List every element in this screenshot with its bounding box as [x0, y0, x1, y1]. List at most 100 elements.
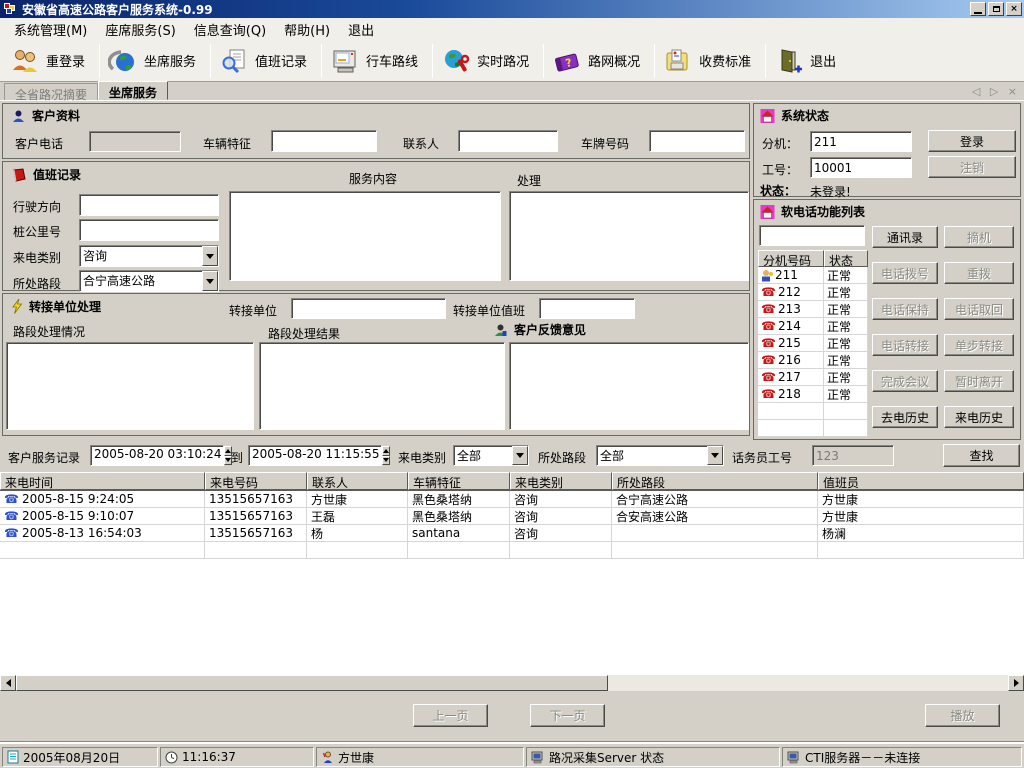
col-call-number[interactable]: 来电号码 — [205, 472, 307, 490]
direction-input[interactable] — [79, 194, 219, 216]
toolbar-network-overview[interactable]: ? 路网概况 — [546, 43, 652, 79]
phone-icon: ☎ — [761, 302, 776, 316]
ext-row[interactable]: ☎216 正常 — [758, 352, 868, 369]
phone-icon: ☎ — [761, 285, 776, 299]
status-cti-server-panel: CTI服务器－－未连接 — [782, 747, 1022, 767]
relogin-icon — [10, 47, 40, 75]
scroll-left-icon[interactable] — [0, 675, 16, 691]
toolbar-route[interactable]: 行车路线 — [324, 43, 430, 79]
road-result-textarea[interactable] — [259, 342, 505, 430]
chevron-down-icon[interactable] — [707, 446, 723, 465]
menu-system[interactable]: 系统管理(M) — [6, 18, 95, 41]
col-vehicle[interactable]: 车辆特征 — [408, 472, 510, 490]
menu-agent-service[interactable]: 座席服务(S) — [97, 18, 183, 41]
road-handle-label: 路段处理情况 — [13, 323, 85, 340]
query-call-type-label: 来电类别 — [398, 449, 446, 466]
road-handle-textarea[interactable] — [6, 342, 254, 430]
minimize-button[interactable] — [970, 2, 986, 16]
table-hscrollbar[interactable] — [0, 675, 1024, 691]
road-combo[interactable]: 合宁高速公路 — [79, 270, 219, 292]
toolbar-separator — [321, 44, 322, 78]
ext-col-status[interactable]: 状态 — [824, 250, 868, 267]
menu-info-query[interactable]: 信息查询(Q) — [186, 18, 274, 41]
table-row[interactable]: ☎2005-8-13 16:54:03 13515657163 杨 santan… — [0, 525, 1024, 542]
close-button[interactable]: × — [1006, 2, 1022, 16]
query-call-type-combo[interactable]: 全部 — [453, 445, 529, 466]
prev-page-button: 上一页 — [413, 704, 488, 727]
extension-input[interactable] — [810, 131, 912, 152]
toolbar-realtime-traffic[interactable]: 实时路况 — [435, 43, 541, 79]
handle-textarea[interactable] — [509, 191, 749, 281]
col-road[interactable]: 所处路段 — [612, 472, 818, 490]
query-road-combo[interactable]: 全部 — [596, 445, 724, 466]
finish-conference-button: 完成会议 — [872, 370, 938, 392]
outgoing-history-button[interactable]: 去电历史 — [872, 406, 938, 428]
col-contact[interactable]: 联系人 — [307, 472, 408, 490]
incoming-history-button[interactable]: 来电历史 — [944, 406, 1014, 428]
date-to-picker[interactable]: 2005-08-20 11:15:55 — [248, 445, 382, 466]
transfer-unit-input[interactable] — [291, 298, 446, 319]
stake-input[interactable] — [79, 219, 219, 241]
toolbar-separator — [99, 44, 100, 78]
toolbar-duty-record[interactable]: 值班记录 — [213, 43, 319, 79]
status-road-server-panel: 路况采集Server 状态 — [526, 747, 780, 767]
chevron-down-icon[interactable] — [512, 446, 528, 465]
operator-id-input — [812, 445, 894, 466]
address-book-button[interactable]: 通讯录 — [872, 226, 938, 248]
menu-bar: 系统管理(M) 座席服务(S) 信息查询(Q) 帮助(H) 退出 — [0, 18, 1024, 40]
vehicle-input[interactable] — [271, 130, 377, 152]
login-button[interactable]: 登录 — [928, 130, 1016, 152]
transfer-group: 转接单位处理 转接单位 转接单位值班 路段处理情况 路段处理结果 客户反馈意见 — [2, 293, 750, 436]
phone-icon: ☎ — [761, 353, 776, 367]
scrollbar-thumb[interactable] — [16, 675, 608, 691]
service-content-textarea[interactable] — [229, 191, 501, 281]
tab-province-road-summary[interactable]: 全省路况摘要 — [4, 83, 98, 100]
vehicle-label: 车辆特征 — [203, 135, 251, 152]
col-call-type[interactable]: 来电类别 — [510, 472, 612, 490]
person-icon — [321, 751, 334, 764]
col-duty-officer[interactable]: 值班员 — [818, 472, 1024, 490]
restore-button[interactable] — [988, 2, 1004, 16]
customer-phone-label: 客户电话 — [15, 135, 63, 152]
worker-id-input[interactable] — [810, 157, 912, 178]
ext-row[interactable]: ☎215 正常 — [758, 335, 868, 352]
scroll-right-icon[interactable] — [1008, 675, 1024, 691]
chevron-down-icon[interactable] — [202, 271, 218, 291]
ext-row[interactable]: ☎217 正常 — [758, 369, 868, 386]
ext-row[interactable]: ☎212 正常 — [758, 284, 868, 301]
menu-exit[interactable]: 退出 — [340, 18, 382, 41]
single-step-transfer-button: 单步转接 — [944, 334, 1014, 356]
col-call-time[interactable]: 来电时间 — [0, 472, 205, 490]
customer-icon — [11, 109, 26, 123]
ext-row[interactable]: ☎214 正常 — [758, 318, 868, 335]
tab-nav-arrows[interactable]: ◁ ▷ × — [972, 85, 1020, 98]
toolbar-relogin[interactable]: 重登录 — [4, 43, 97, 79]
transfer-unit-duty-input[interactable] — [539, 298, 635, 319]
call-type-combo[interactable]: 咨询 — [79, 245, 219, 267]
search-button[interactable]: 查找 — [943, 444, 1020, 467]
application-window: 安徽省高速公路客户服务系统-0.99 × 系统管理(M) 座席服务(S) 信息查… — [0, 0, 1024, 768]
ext-row[interactable]: ☎213 正常 — [758, 301, 868, 318]
date-to-spinner[interactable] — [382, 446, 390, 465]
contact-input[interactable] — [458, 130, 558, 152]
ext-row[interactable]: 211 正常 — [758, 267, 868, 284]
toolbar-toll-standard[interactable]: 收费标准 — [657, 43, 763, 79]
table-row[interactable]: ☎2005-8-15 9:10:07 13515657163 王磊 黑色桑塔纳 … — [0, 508, 1024, 525]
plate-input[interactable] — [649, 130, 745, 152]
toolbar-exit[interactable]: 退出 — [768, 43, 848, 79]
query-road-value: 全部 — [597, 446, 707, 465]
tab-agent-service[interactable]: 坐席服务 — [98, 81, 168, 100]
chevron-down-icon[interactable] — [202, 246, 218, 266]
feedback-textarea[interactable] — [509, 342, 749, 430]
ext-col-number[interactable]: 分机号码 — [758, 250, 824, 267]
table-row[interactable]: ☎2005-8-15 9:24:05 13515657163 方世康 黑色桑塔纳… — [0, 491, 1024, 508]
record-search-icon — [219, 47, 249, 75]
menu-help[interactable]: 帮助(H) — [276, 18, 338, 41]
dial-number-input[interactable] — [759, 225, 865, 246]
plate-label: 车牌号码 — [581, 135, 629, 152]
ext-row[interactable]: ☎218 正常 — [758, 386, 868, 403]
hold-button: 电话保持 — [872, 298, 938, 320]
date-from-picker[interactable]: 2005-08-20 03:10:24 — [90, 445, 224, 466]
house-icon — [760, 109, 775, 123]
toolbar-agent-service[interactable]: 坐席服务 — [102, 43, 208, 79]
